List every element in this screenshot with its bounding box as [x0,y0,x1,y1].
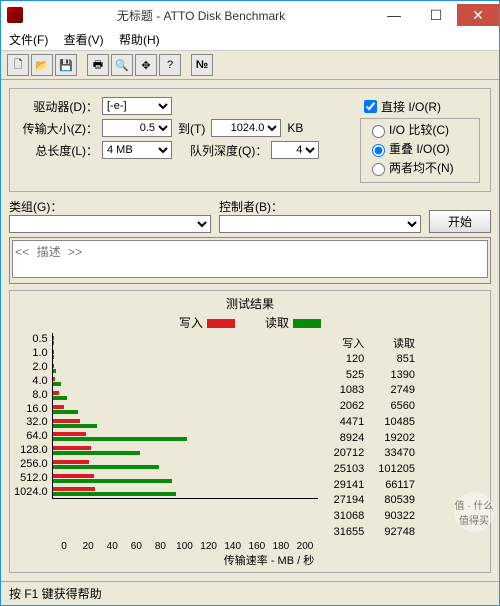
open-icon[interactable]: 📂 [31,54,53,76]
minimize-button[interactable]: — [373,4,415,26]
controller-select[interactable] [219,215,421,233]
app-icon [7,7,23,23]
to-label: 到(T) [178,120,205,137]
x-axis: 020406080100120140160180200 [52,541,317,552]
maximize-button[interactable]: ☐ [415,4,457,26]
start-button[interactable]: 开始 [429,210,491,233]
save-icon[interactable]: 💾 [55,54,77,76]
xfer-to-select[interactable]: 1024.0 [211,119,281,137]
info-icon[interactable]: ? [159,54,181,76]
toolbar: 🗋 📂 💾 🖶 🔍 ✥ ? № [1,51,499,80]
new-icon[interactable]: 🗋 [7,54,29,76]
menubar: 文件(F) 查看(V) 帮助(H) [1,29,499,51]
x-axis-label: 传输速率 - MB / 秒 [52,552,486,568]
help-icon[interactable]: № [191,54,213,76]
read-legend-icon [293,319,321,328]
chart-title: 测试结果 [14,295,486,312]
description-textarea[interactable] [12,240,488,278]
print-icon[interactable]: 🖶 [87,54,109,76]
results-table: 写入读取 12085152513901083274920626560447110… [326,333,423,541]
overlap-radio[interactable] [372,144,385,157]
window-title: 无标题 - ATTO Disk Benchmark [29,7,373,24]
compare-radio[interactable] [372,125,385,138]
watermark-icon: 值 · 什么值得买 [454,492,494,532]
preview-icon[interactable]: 🔍 [111,54,133,76]
len-select[interactable]: 4 MB [102,141,172,159]
drive-label: 驱动器(D)： [20,98,98,115]
results-panel: 测试结果 写入 读取 0.51.02.04.08.016.032.064.012… [9,290,491,573]
group-label: 类组(G)： [9,198,211,215]
move-icon[interactable]: ✥ [135,54,157,76]
statusbar: 按 F1 键获得帮助 [1,581,499,605]
io-mode-group: I/O 比较(C) 重叠 I/O(O) 两者均不(N) [360,118,480,183]
y-axis: 0.51.02.04.08.016.032.064.0128.0256.0512… [14,333,52,498]
drive-select[interactable]: [-e-] [102,97,172,115]
menu-view[interactable]: 查看(V) [64,33,104,47]
xfer-from-select[interactable]: 0.5 [102,119,172,137]
queue-label: 队列深度(Q)： [190,142,267,159]
write-legend-icon [207,319,235,328]
menu-help[interactable]: 帮助(H) [119,33,160,47]
direct-checkbox[interactable] [364,100,377,113]
xfer-label: 传输大小(Z)： [20,120,98,137]
close-button[interactable]: ✕ [457,4,499,26]
len-label: 总长度(L)： [20,142,98,159]
queue-select[interactable]: 4 [271,141,319,159]
neither-radio[interactable] [372,163,385,176]
group-select[interactable] [9,215,211,233]
menu-file[interactable]: 文件(F) [9,33,48,47]
titlebar: 无标题 - ATTO Disk Benchmark — ☐ ✕ [1,1,499,29]
chart-bars [52,333,318,499]
controller-label: 控制者(B)： [219,198,421,215]
unit-label: KB [287,121,303,135]
